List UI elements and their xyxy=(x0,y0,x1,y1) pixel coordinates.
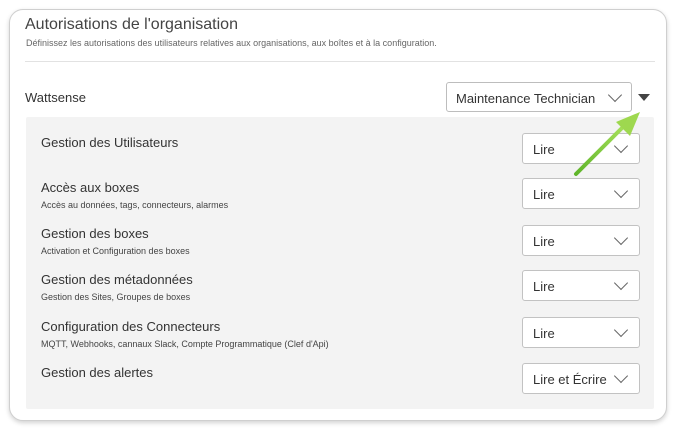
permission-select-alerts[interactable]: Lire et Écrire xyxy=(522,363,640,394)
green-arrow-icon xyxy=(574,112,640,176)
permission-row-alerts: Gestion des alertes Lire et Écrire xyxy=(26,363,654,409)
permission-label: Gestion des Utilisateurs xyxy=(41,135,179,150)
permission-label: Gestion des boxes xyxy=(41,226,149,241)
chevron-down-icon xyxy=(607,87,623,103)
caret-down-icon[interactable] xyxy=(638,94,650,101)
permission-row-box-management: Gestion des boxes Activation et Configur… xyxy=(26,225,654,270)
permission-select-value: Lire xyxy=(533,279,555,294)
chevron-down-icon xyxy=(613,322,629,338)
permission-select-value: Lire xyxy=(533,142,555,157)
permission-row-box-access: Accès aux boxes Accès au données, tags, … xyxy=(26,178,654,224)
page-title: Autorisations de l'organisation xyxy=(25,16,238,33)
permission-description: Gestion des Sites, Groupes de boxes xyxy=(41,292,191,302)
permission-select-value: Lire et Écrire xyxy=(533,372,607,387)
permission-select-connectors[interactable]: Lire xyxy=(522,317,640,348)
permission-label: Configuration des Connecteurs xyxy=(41,319,221,334)
permission-select-box-management[interactable]: Lire xyxy=(522,225,640,256)
permission-description: MQTT, Webhooks, cannaux Slack, Compte Pr… xyxy=(41,339,329,349)
page-subtitle: Définissez les autorisations des utilisa… xyxy=(26,38,437,48)
chevron-down-icon xyxy=(613,230,629,246)
chevron-down-icon xyxy=(613,183,629,199)
permission-label: Gestion des alertes xyxy=(41,365,154,380)
role-select-value: Maintenance Technician xyxy=(456,91,596,106)
permission-select-value: Lire xyxy=(533,234,555,249)
permission-label: Gestion des métadonnées xyxy=(41,272,193,287)
permission-label: Accès aux boxes xyxy=(41,180,140,195)
permission-description: Activation et Configuration des boxes xyxy=(41,246,190,256)
organization-name: Wattsense xyxy=(25,90,86,105)
permission-select-metadata[interactable]: Lire xyxy=(522,270,640,301)
permission-row-connectors: Configuration des Connecteurs MQTT, Webh… xyxy=(26,317,654,363)
divider xyxy=(25,61,655,62)
permission-select-value: Lire xyxy=(533,326,555,341)
chevron-down-icon xyxy=(613,368,629,384)
chevron-down-icon xyxy=(613,275,629,291)
permission-description: Accès au données, tags, connecteurs, ala… xyxy=(41,200,229,210)
permission-select-value: Lire xyxy=(533,187,555,202)
permission-row-metadata: Gestion des métadonnées Gestion des Site… xyxy=(26,270,654,316)
